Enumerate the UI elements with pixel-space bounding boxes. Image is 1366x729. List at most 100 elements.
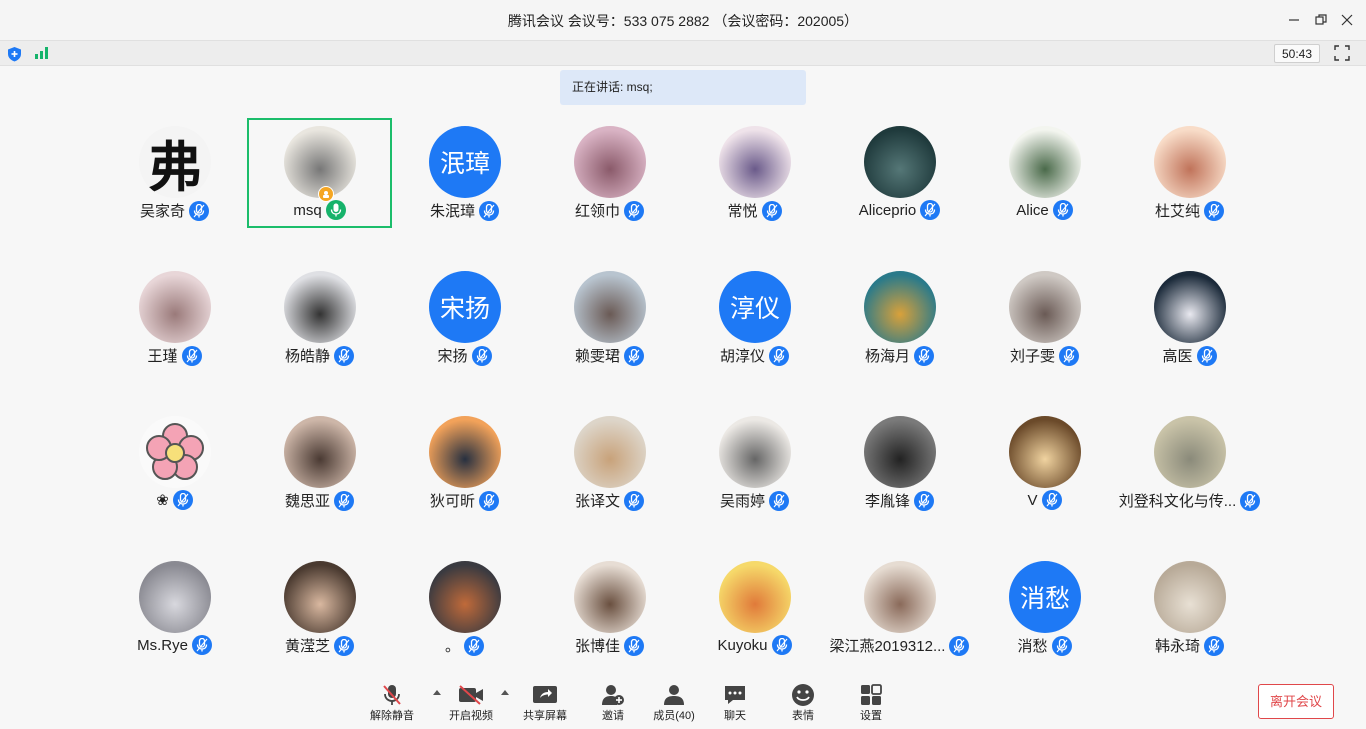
participant-tile[interactable]: 刘子雯 [972, 263, 1117, 373]
participant-name: 刘子雯 [1009, 348, 1055, 365]
participant-tile[interactable]: 魏思亚 [247, 408, 392, 518]
participant-tile[interactable]: Aliceprio [827, 118, 972, 228]
participant-tile[interactable]: 张博佳 [537, 553, 682, 663]
participant-name-row: 黄滢芝 [247, 635, 392, 656]
participant-tile[interactable]: 王瑾 [102, 263, 247, 373]
participant-name: 消愁 [1017, 638, 1048, 655]
mic-icon [1052, 200, 1073, 220]
mic-icon [479, 200, 499, 221]
meeting-timer: 50:43 [1274, 44, 1320, 63]
reactions-button[interactable]: 表情 [771, 683, 835, 723]
fullscreen-icon[interactable] [1334, 45, 1350, 66]
avatar [719, 416, 791, 488]
avatar: 宋扬 [429, 271, 501, 343]
participant-tile[interactable]: Alice [972, 118, 1117, 228]
avatar: 淳仪 [719, 271, 791, 343]
participant-tile[interactable]: 泯璋 朱泯璋 [392, 118, 537, 228]
mic-icon [771, 635, 792, 655]
participant-name: 吴家奇 [139, 203, 185, 220]
minimize-icon[interactable] [1284, 10, 1304, 30]
mic-icon [769, 490, 789, 511]
avatar [1009, 416, 1081, 488]
avatar: 消愁 [1009, 561, 1081, 633]
participant-tile[interactable]: 吴雨婷 [682, 408, 827, 518]
share-screen-button[interactable]: 共享屏幕 [513, 683, 577, 723]
participant-name: Kuyoku [717, 636, 768, 654]
chat-label: 聊天 [724, 710, 746, 722]
mic-icon [334, 490, 354, 511]
mic-icon [1196, 345, 1217, 366]
settings-button[interactable]: 设置 [839, 683, 903, 723]
mic-icon [464, 635, 484, 656]
mic-icon [1240, 490, 1261, 511]
settings-grid-icon [839, 683, 903, 707]
avatar [1154, 271, 1226, 343]
avatar [574, 561, 646, 633]
participant-tile[interactable]: 杜艾纯 [1117, 118, 1262, 228]
participant-name: 朱泯璋 [429, 203, 475, 220]
participant-name: ❀ [156, 492, 169, 509]
participant-name-row: msq [249, 200, 390, 220]
mic-icon [172, 490, 193, 510]
participant-tile[interactable]: 刘登科文化与传... [1117, 408, 1262, 518]
mic-icon [1041, 490, 1062, 510]
mic-icon [624, 200, 644, 221]
video-off-icon [439, 683, 503, 707]
participant-tile[interactable]: 弗吴家奇 [102, 118, 247, 228]
participant-name: 。 [444, 638, 460, 655]
participant-name: 杨海月 [864, 348, 910, 365]
share-screen-icon [513, 683, 577, 707]
avatar: 弗 [139, 126, 211, 198]
close-icon[interactable] [1337, 10, 1357, 30]
participant-name: 杜艾纯 [1154, 203, 1200, 220]
participant-tile[interactable]: 常悦 [682, 118, 827, 228]
participant-tile[interactable]: 狄可昕 [392, 408, 537, 518]
video-options-caret[interactable] [501, 690, 509, 695]
participant-name: msq [293, 201, 322, 219]
participant-tile[interactable]: 黄滢芝 [247, 553, 392, 663]
participant-tile[interactable]: 韩永琦 [1117, 553, 1262, 663]
members-button[interactable]: 成员(40) [642, 683, 706, 723]
participant-tile[interactable]: Kuyoku [682, 553, 827, 663]
participant-tile[interactable]: ❀ [102, 408, 247, 518]
participant-tile[interactable]: 高医 [1117, 263, 1262, 373]
participant-name-row: 宋扬 [392, 345, 537, 366]
leave-meeting-button[interactable]: 离开会议 [1258, 684, 1334, 719]
participant-tile[interactable]: 梁江燕2019312... [827, 553, 972, 663]
participant-name-row: V [972, 490, 1117, 510]
participant-tile[interactable]: 杨皓静 [247, 263, 392, 373]
participant-tile[interactable]: 杨海月 [827, 263, 972, 373]
avatar [574, 416, 646, 488]
participant-tile[interactable]: 淳仪 胡淳仪 [682, 263, 827, 373]
avatar [719, 126, 791, 198]
participant-tile[interactable]: 。 [392, 553, 537, 663]
shield-icon[interactable] [7, 46, 22, 67]
avatar [1154, 416, 1226, 488]
avatar [864, 126, 936, 198]
participant-tile[interactable]: 红领巾 [537, 118, 682, 228]
mic-icon [181, 345, 202, 366]
participant-name: 狄可昕 [429, 493, 475, 510]
avatar [574, 126, 646, 198]
speaking-indicator: 正在讲话: msq; [560, 70, 806, 105]
participant-tile[interactable]: 张译文 [537, 408, 682, 518]
participant-tile[interactable]: 消愁 消愁 [972, 553, 1117, 663]
participant-tile[interactable]: Ms.Rye [102, 553, 247, 663]
start-video-button[interactable]: 开启视频 [439, 683, 503, 723]
participant-tile[interactable]: V [972, 408, 1117, 518]
avatar [1009, 126, 1081, 198]
participant-tile[interactable]: 宋扬 宋扬 [392, 263, 537, 373]
restore-icon[interactable] [1311, 10, 1331, 30]
participant-name-row: 。 [392, 635, 537, 656]
title-bar: 腾讯会议 会议号：533 075 2882 （会议密码：202005） [0, 0, 1366, 40]
participant-tile[interactable]: 赖雯珺 [537, 263, 682, 373]
participant-tile[interactable]: 李胤锋 [827, 408, 972, 518]
unmute-button[interactable]: 解除静音 [360, 683, 424, 723]
participant-name: 常悦 [727, 203, 758, 220]
network-signal-icon[interactable] [34, 46, 50, 65]
invite-button[interactable]: 邀请 [581, 683, 645, 723]
participant-tile[interactable]: msq [247, 118, 392, 228]
info-bar: 50:43 [0, 40, 1366, 66]
mic-icon [471, 345, 492, 366]
chat-button[interactable]: 聊天 [703, 683, 767, 723]
